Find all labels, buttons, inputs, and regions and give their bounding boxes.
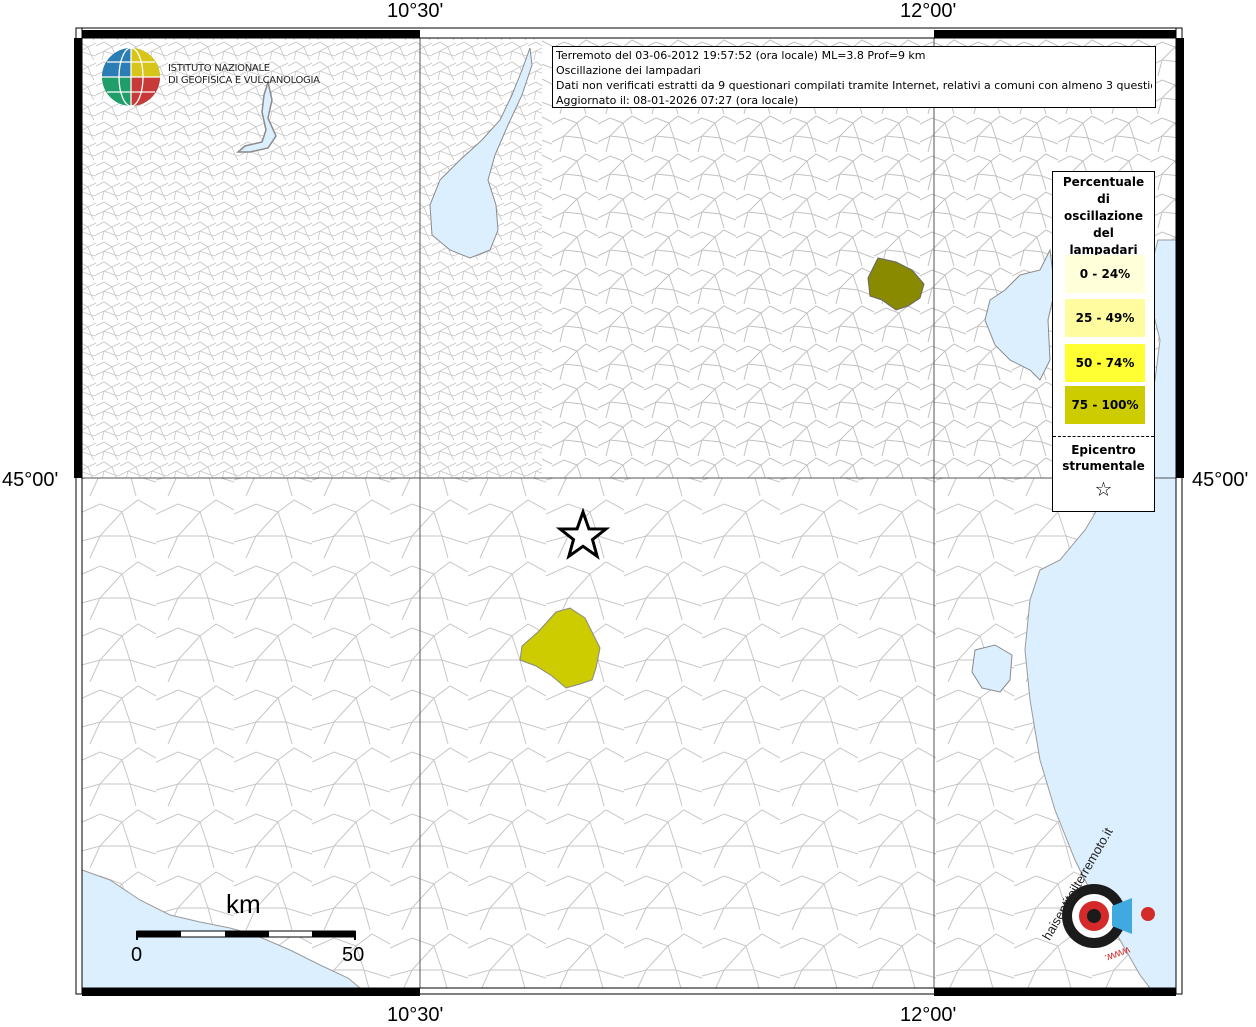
legend-title-line: Percentuale xyxy=(1062,175,1145,189)
scale-max-label: 50 xyxy=(342,944,365,966)
legend-class-3: 75 - 100% xyxy=(1065,386,1145,424)
ingv-globe-logo xyxy=(102,47,160,107)
ingv-logo-line2: DI GEOFISICA E VULCANOLOGIA xyxy=(168,75,320,86)
legend-class-label: 50 - 74% xyxy=(1075,356,1135,370)
event-info-line-2: Oscillazione dei lampadari xyxy=(556,64,701,77)
scale-unit-label: km xyxy=(226,889,261,919)
longitude-label-top-right: 12°00' xyxy=(900,0,957,22)
legend-title-line: oscillazione xyxy=(1064,209,1143,223)
map-canvas xyxy=(74,27,1184,996)
event-info-line-3: Dati non verificati estratti da 9 questi… xyxy=(556,79,1152,92)
legend-star-icon: ☆ xyxy=(1094,477,1113,501)
legend-class-label: 75 - 100% xyxy=(1071,398,1139,412)
latitude-label-left: 45°00' xyxy=(2,469,59,491)
legend-title: Percentuale di oscillazione del lampadar… xyxy=(1053,174,1154,259)
latitude-label-right: 45°00' xyxy=(1192,469,1249,491)
legend-title-line: del xyxy=(1093,226,1114,240)
legend-box: Percentuale di oscillazione del lampadar… xyxy=(1052,171,1155,512)
legend-separator xyxy=(1053,436,1154,437)
event-info-line-1: Terremoto del 03-06-2012 19:57:52 (ora l… xyxy=(556,49,926,62)
legend-epicenter-line: strumentale xyxy=(1062,459,1145,473)
legend-class-label: 25 - 49% xyxy=(1075,311,1135,325)
legend-class-1: 25 - 49% xyxy=(1065,299,1145,337)
municipal-boundaries-nw xyxy=(82,38,542,478)
scale-min-label: 0 xyxy=(131,944,143,966)
event-info-line-4: Aggiornato il: 08-01-2026 07:27 (ora loc… xyxy=(556,94,799,107)
ingv-logo-line1: ISTITUTO NAZIONALE xyxy=(168,63,270,74)
legend-class-2: 50 - 74% xyxy=(1065,344,1145,382)
ingv-logo-text: ISTITUTO NAZIONALE DI GEOFISICA E VULCAN… xyxy=(168,63,320,87)
legend-title-line: di xyxy=(1097,192,1110,206)
legend-class-label: 0 - 24% xyxy=(1079,267,1131,281)
legend-epicenter-label: Epicentro strumentale xyxy=(1053,442,1154,474)
event-info-box: Terremoto del 03-06-2012 19:57:52 (ora l… xyxy=(552,46,1156,108)
longitude-label-top-left: 10°30' xyxy=(387,0,444,22)
legend-epicenter-line: Epicentro xyxy=(1071,443,1136,457)
legend-class-0: 0 - 24% xyxy=(1065,255,1145,293)
